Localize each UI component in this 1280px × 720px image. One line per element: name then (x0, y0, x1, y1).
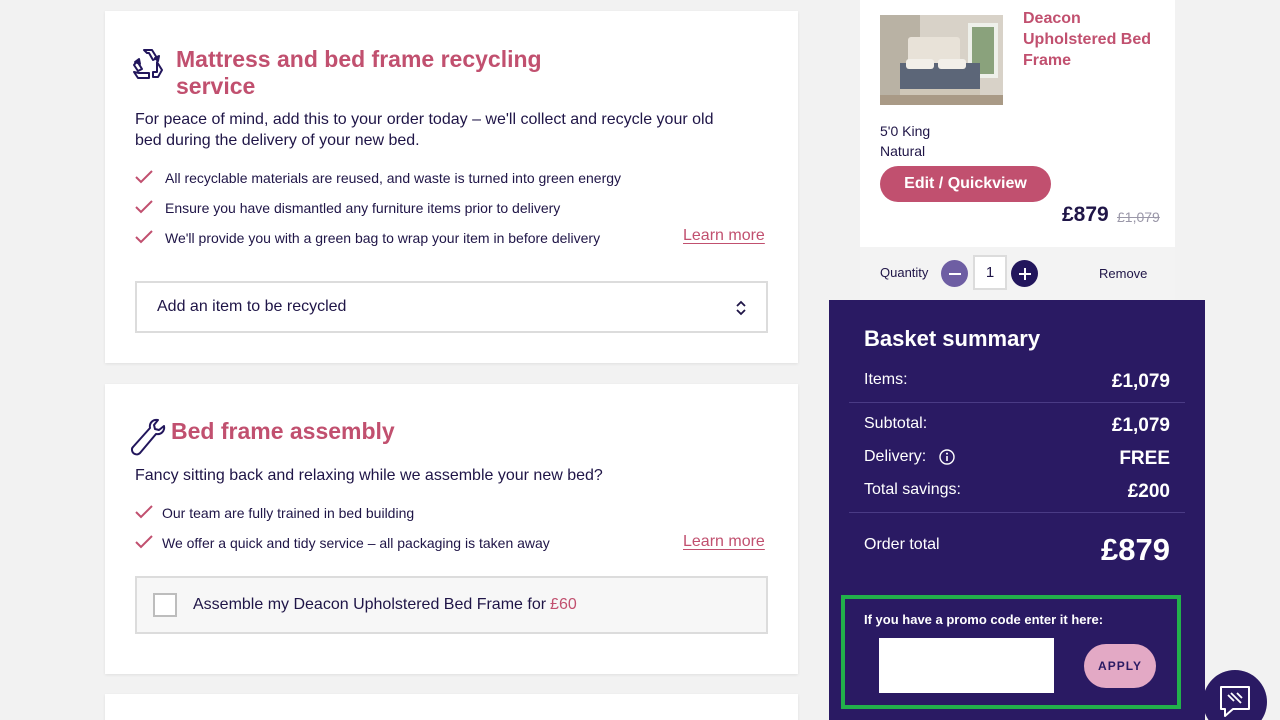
product-size: 5'0 King (880, 123, 931, 139)
check-icon (135, 505, 153, 519)
remove-item-link[interactable]: Remove (1099, 266, 1147, 281)
recycle-icon (129, 45, 167, 88)
promo-code-section: If you have a promo code enter it here: … (841, 595, 1181, 709)
assembly-title: Bed frame assembly (171, 418, 395, 444)
check-icon (135, 230, 153, 244)
quantity-decrease-button[interactable] (941, 260, 968, 287)
product-colour: Natural (880, 143, 926, 159)
divider (849, 512, 1185, 513)
subtotal-row: Subtotal: £1,079 (864, 415, 1170, 437)
items-value: £1,079 (1111, 371, 1170, 392)
check-icon (135, 200, 153, 214)
order-total-label: Order total (864, 536, 940, 553)
savings-value: £200 (1127, 481, 1170, 502)
list-item: All recyclable materials are reused, and… (135, 168, 621, 198)
quantity-label: Quantity (880, 265, 929, 280)
apply-promo-button[interactable]: APPLY (1084, 644, 1156, 688)
order-total-value: £879 (1101, 532, 1170, 567)
recycle-item-select[interactable]: Add an item to be recycled (135, 281, 768, 333)
product-name-line3: Frame (1023, 52, 1072, 69)
subtotal-label: Subtotal: (864, 415, 928, 432)
savings-label: Total savings: (864, 481, 961, 498)
promo-code-input[interactable] (879, 638, 1054, 693)
recycling-service-card: Mattress and bed frame recycling service… (105, 11, 798, 363)
info-icon[interactable] (938, 449, 955, 465)
list-item: We'll provide you with a green bag to wr… (135, 228, 621, 258)
quantity-input[interactable]: 1 (973, 255, 1007, 290)
recycling-learn-more-link[interactable]: Learn more (683, 227, 765, 245)
promo-code-label: If you have a promo code enter it here: (864, 612, 1104, 627)
savings-row: Total savings: £200 (864, 481, 1170, 503)
delivery-label: Delivery: (864, 448, 927, 465)
bullet-text: We'll provide you with a green bag to wr… (165, 230, 601, 246)
assembly-learn-more-link[interactable]: Learn more (683, 533, 765, 551)
minus-icon (948, 272, 961, 275)
assembly-checkbox[interactable] (153, 593, 177, 617)
basket-summary-title: Basket summary (864, 326, 1041, 351)
wrench-icon (129, 417, 167, 462)
check-icon (135, 535, 153, 549)
basket-summary: Basket summary Items: £1,079 Subtotal: £… (829, 300, 1205, 720)
subtotal-value: £1,079 (1111, 415, 1170, 436)
recycling-benefits-list: All recyclable materials are reused, and… (135, 168, 621, 258)
chevron-updown-icon (736, 300, 746, 316)
items-label: Items: (864, 371, 908, 388)
quantity-increase-button[interactable] (1011, 260, 1038, 287)
order-total-row: Order total £879 (864, 532, 1170, 568)
quantity-row: Quantity 1 Remove (860, 247, 1175, 300)
product-was-price: £1,079 (1117, 209, 1160, 225)
divider (849, 402, 1185, 403)
bullet-text: Ensure you have dismantled any furniture… (165, 200, 561, 216)
plus-icon (1018, 267, 1031, 280)
recycling-title-line1: Mattress and bed frame recycling (176, 46, 542, 72)
product-name[interactable]: Deacon Upholstered Bed Frame (1023, 8, 1163, 71)
check-icon (135, 170, 153, 184)
assembly-checkbox-label: Assemble my Deacon Upholstered Bed Frame… (193, 596, 547, 613)
recycling-description-line1: For peace of mind, add this to your orde… (135, 111, 714, 128)
list-item: We offer a quick and tidy service – all … (135, 533, 550, 563)
product-image[interactable] (880, 15, 1003, 105)
next-service-card (105, 694, 798, 720)
delivery-label-wrap: Delivery: (864, 448, 955, 470)
delivery-row: Delivery: FREE (864, 448, 1170, 470)
product-price: £879 (1062, 203, 1109, 226)
edit-quickview-button[interactable]: Edit / Quickview (880, 166, 1051, 202)
bullet-text: We offer a quick and tidy service – all … (162, 535, 550, 551)
delivery-value: FREE (1119, 448, 1170, 469)
assembly-option: Assemble my Deacon Upholstered Bed Frame… (135, 576, 768, 634)
recycling-description: For peace of mind, add this to your orde… (135, 109, 713, 151)
chat-icon (1220, 686, 1250, 717)
chat-button[interactable] (1203, 670, 1267, 720)
recycling-title: Mattress and bed frame recycling service (176, 46, 542, 100)
list-item: Our team are fully trained in bed buildi… (135, 503, 550, 533)
recycling-title-line2: service (176, 73, 256, 99)
bed-frame-assembly-card: Bed frame assembly Fancy sitting back an… (105, 384, 798, 674)
bullet-text: All recyclable materials are reused, and… (165, 170, 622, 186)
assembly-price: £60 (550, 596, 577, 613)
recycle-select-placeholder: Add an item to be recycled (157, 298, 347, 315)
product-name-line1: Deacon (1023, 10, 1081, 27)
list-item: Ensure you have dismantled any furniture… (135, 198, 621, 228)
assembly-description: Fancy sitting back and relaxing while we… (135, 467, 603, 484)
items-row: Items: £1,079 (864, 371, 1170, 393)
product-name-line2: Upholstered Bed (1023, 31, 1152, 48)
basket-product-card: Deacon Upholstered Bed Frame 5'0 King Na… (860, 0, 1175, 247)
assembly-benefits-list: Our team are fully trained in bed buildi… (135, 503, 550, 563)
bullet-text: Our team are fully trained in bed buildi… (162, 505, 415, 521)
recycling-description-line2: bed during the delivery of your new bed. (135, 132, 420, 149)
